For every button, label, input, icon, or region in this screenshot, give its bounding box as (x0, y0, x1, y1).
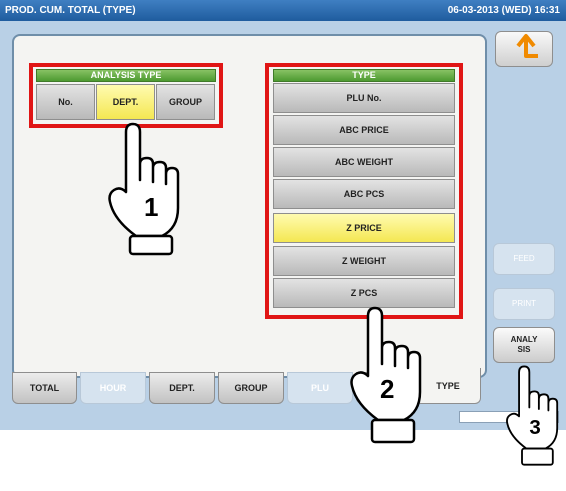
hand-pointer-icon-2: 2 (350, 306, 422, 444)
tab-total[interactable]: TOTAL (12, 372, 77, 404)
back-button[interactable] (495, 31, 553, 67)
analysis-type-dept-button[interactable]: DEPT. (96, 84, 155, 120)
analysis-type-no-button[interactable]: No. (36, 84, 95, 120)
screen-title: PROD. CUM. TOTAL (TYPE) (5, 5, 136, 16)
feed-button[interactable]: FEED (493, 243, 555, 275)
callout-step-3: 3 (529, 416, 540, 439)
type-abc-pcs-button[interactable]: ABC PCS (273, 179, 455, 209)
callout-step-2: 2 (380, 374, 394, 404)
tab-hour[interactable]: HOUR (80, 372, 146, 404)
tab-group[interactable]: GROUP (218, 372, 284, 404)
type-z-price-button[interactable]: Z PRICE (273, 213, 455, 243)
type-abc-weight-button[interactable]: ABC WEIGHT (273, 147, 455, 177)
type-z-weight-button[interactable]: Z WEIGHT (273, 246, 455, 276)
analysis-type-header: ANALYSIS TYPE (36, 69, 216, 82)
type-header: TYPE (273, 69, 455, 82)
print-button[interactable]: PRINT (493, 288, 555, 320)
callout-step-1: 1 (144, 192, 158, 222)
return-arrow-icon (516, 34, 538, 58)
hand-pointer-icon-1: 1 (108, 122, 180, 256)
tab-dept[interactable]: DEPT. (149, 372, 215, 404)
type-abc-price-button[interactable]: ABC PRICE (273, 115, 455, 145)
type-plu-no-button[interactable]: PLU No. (273, 83, 455, 113)
main-screen: ANALYSIS TYPE No. DEPT. GROUP TYPE PLU N… (0, 21, 566, 430)
type-list-highlight: TYPE PLU No. ABC PRICE ABC WEIGHT ABC PC… (265, 63, 463, 319)
hand-pointer-icon-3: 3 (506, 365, 559, 466)
title-bar: PROD. CUM. TOTAL (TYPE) 06-03-2013 (WED)… (0, 0, 566, 21)
analysis-type-highlight: ANALYSIS TYPE No. DEPT. GROUP (29, 63, 223, 128)
analysis-type-group-button[interactable]: GROUP (156, 84, 215, 120)
datetime: 06-03-2013 (WED) 16:31 (447, 5, 560, 16)
